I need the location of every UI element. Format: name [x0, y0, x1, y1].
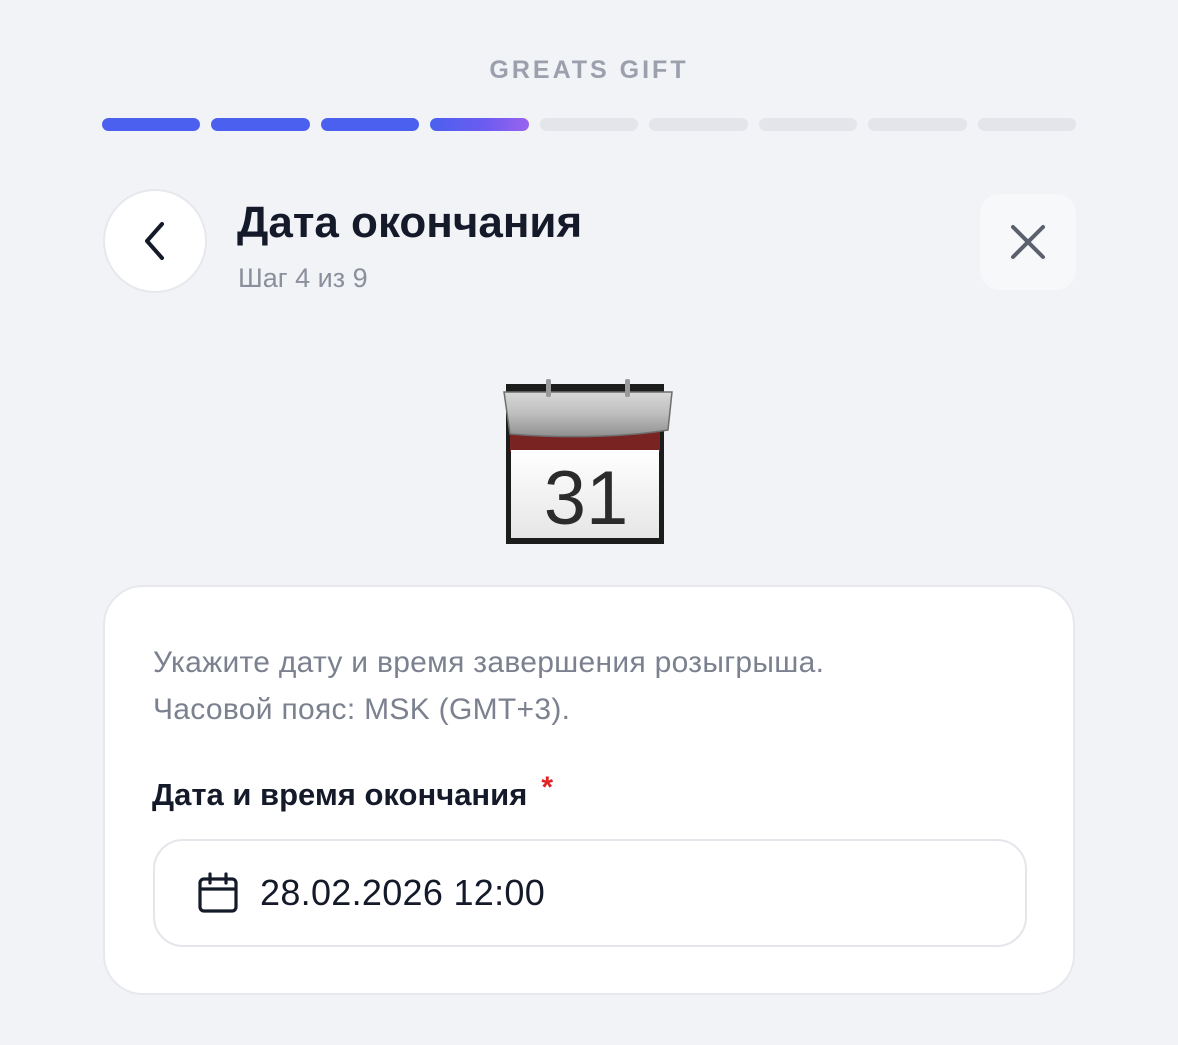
step-progress-bar: [102, 118, 1076, 131]
field-label: Дата и время окончания *: [152, 771, 553, 813]
description-line-2: Часовой пояс: MSK (GMT+3).: [153, 693, 571, 726]
close-button[interactable]: [980, 194, 1076, 290]
date-time-value: 28.02.2026 12:00: [260, 872, 546, 913]
chevron-left-icon: [140, 219, 170, 263]
page-title: Дата окончания: [237, 198, 583, 247]
step-indicator: Шаг 4 из 9: [238, 263, 368, 293]
date-form-card: Укажите дату и время завершения розыгрыш…: [103, 585, 1075, 995]
back-button[interactable]: [103, 189, 207, 293]
progress-segment-6: [649, 118, 748, 131]
calendar-illustration: 31: [500, 376, 678, 550]
close-icon: [1008, 222, 1048, 262]
progress-segment-9: [977, 118, 1076, 131]
required-mark: *: [541, 771, 553, 804]
brand-title: GREATS GIFT: [489, 56, 689, 84]
progress-segment-7: [758, 118, 858, 131]
form-description: Укажите дату и время завершения розыгрыш…: [153, 639, 824, 733]
progress-segment-3: [320, 118, 420, 131]
date-time-input[interactable]: 28.02.2026 12:00: [153, 839, 1027, 947]
field-label-text: Дата и время окончания: [152, 777, 528, 812]
calendar-day: 31: [544, 456, 629, 541]
progress-segment-1: [102, 118, 201, 131]
progress-segment-8: [868, 118, 967, 131]
progress-segment-4: [430, 118, 529, 131]
description-line-1: Укажите дату и время завершения розыгрыш…: [153, 646, 825, 679]
progress-segment-2: [211, 118, 310, 131]
calendar-icon: 31: [503, 379, 673, 544]
progress-segment-5: [539, 118, 639, 131]
calendar-icon: [197, 872, 239, 914]
